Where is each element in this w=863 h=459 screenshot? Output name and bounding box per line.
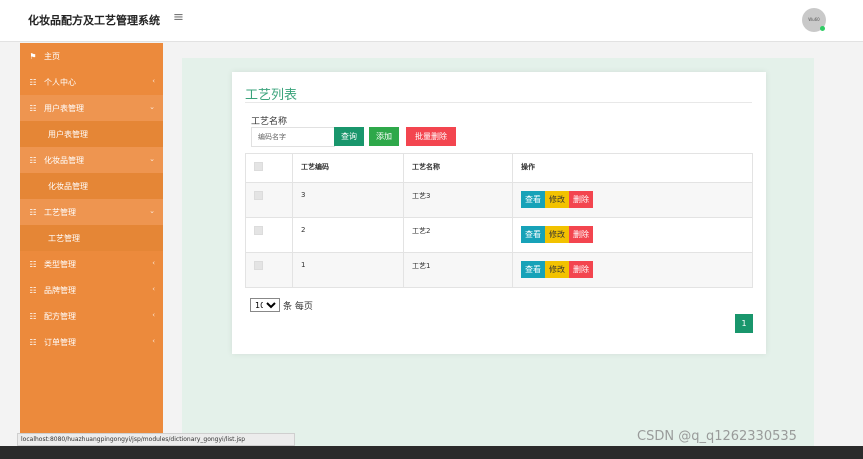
view-button[interactable]: 查看 bbox=[521, 261, 545, 278]
online-status-dot bbox=[820, 26, 825, 31]
chevron-down-icon: ⌄ bbox=[149, 207, 155, 215]
column-header-actions: 操作 bbox=[512, 153, 753, 183]
status-url: localhost:8080/huazhuangpingongyi/jsp/mo… bbox=[17, 433, 295, 446]
row-checkbox[interactable] bbox=[254, 226, 263, 235]
edit-button[interactable]: 修改 bbox=[545, 261, 569, 278]
cell-code: 3 bbox=[292, 182, 404, 218]
watermark: CSDN @q_q1262330535 bbox=[637, 429, 797, 444]
cell-actions: 查看 修改 删除 bbox=[512, 182, 753, 218]
sidebar-item-process[interactable]: ☷ 工艺管理 ⌄ bbox=[20, 199, 163, 225]
edit-button[interactable]: 修改 bbox=[545, 191, 569, 208]
chevron-right-icon: ‹ bbox=[152, 285, 155, 293]
column-header-code: 工艺编码 bbox=[292, 153, 404, 183]
sidebar-item-orders[interactable]: ☷ 订单管理 ‹ bbox=[20, 329, 163, 355]
sidebar-item-label: 用户表管理 bbox=[48, 129, 88, 139]
column-header-name: 工艺名称 bbox=[403, 153, 513, 183]
grid-icon: ☷ bbox=[29, 155, 37, 165]
grid-icon: ☷ bbox=[29, 285, 37, 295]
cell-name: 工艺2 bbox=[403, 217, 513, 253]
sidebar-item-label: 工艺管理 bbox=[48, 233, 80, 243]
view-button[interactable]: 查看 bbox=[521, 226, 545, 243]
cell-actions: 查看 修改 删除 bbox=[512, 217, 753, 253]
sidebar-item-label: 订单管理 bbox=[44, 337, 76, 347]
divider bbox=[245, 102, 752, 103]
process-table: 工艺编码 工艺名称 操作 3 工艺3 查看 修改 删除 2 工艺2 查看 修改 删除 bbox=[245, 153, 753, 288]
sidebar-subitem-process[interactable]: 工艺管理 bbox=[20, 225, 163, 251]
top-header: 化妆品配方及工艺管理系统 ≡ Wu60 bbox=[0, 0, 863, 42]
page-size-select[interactable]: 10 bbox=[250, 298, 280, 312]
sidebar-item-label: 个人中心 bbox=[44, 77, 76, 87]
sidebar-item-brands[interactable]: ☷ 品牌管理 ‹ bbox=[20, 277, 163, 303]
delete-button[interactable]: 删除 bbox=[569, 226, 593, 243]
sidebar-item-users[interactable]: ☷ 用户表管理 ⌄ bbox=[20, 95, 163, 121]
app-title: 化妆品配方及工艺管理系统 bbox=[28, 14, 160, 27]
grid-icon: ☷ bbox=[29, 337, 37, 347]
table-row: 2 工艺2 查看 修改 删除 bbox=[245, 217, 753, 253]
table-row: 1 工艺1 查看 修改 删除 bbox=[245, 252, 753, 288]
chevron-right-icon: ‹ bbox=[152, 311, 155, 319]
cell-code: 1 bbox=[292, 252, 404, 288]
sidebar-item-label: 用户表管理 bbox=[44, 103, 84, 113]
sidebar-item-cosmetics[interactable]: ☷ 化妆品管理 ⌄ bbox=[20, 147, 163, 173]
chevron-right-icon: ‹ bbox=[152, 259, 155, 267]
row-check-cell bbox=[245, 182, 293, 218]
table-row: 3 工艺3 查看 修改 删除 bbox=[245, 182, 753, 218]
select-all-cell bbox=[245, 153, 293, 183]
chevron-down-icon: ⌄ bbox=[149, 155, 155, 163]
grid-icon: ☷ bbox=[29, 103, 37, 113]
chevron-right-icon: ‹ bbox=[152, 337, 155, 345]
edit-button[interactable]: 修改 bbox=[545, 226, 569, 243]
row-checkbox[interactable] bbox=[254, 191, 263, 200]
sidebar-item-formulas[interactable]: ☷ 配方管理 ‹ bbox=[20, 303, 163, 329]
sidebar-item-label: 化妆品管理 bbox=[44, 155, 84, 165]
grid-icon: ☷ bbox=[29, 311, 37, 321]
grid-icon: ☷ bbox=[29, 259, 37, 269]
page-number-button[interactable]: 1 bbox=[735, 314, 753, 333]
sidebar-item-label: 类型管理 bbox=[44, 259, 76, 269]
cell-code: 2 bbox=[292, 217, 404, 253]
process-list-panel: 工艺列表 工艺名称 工艺编码 工艺名称 操作 3 工艺3 查看修改删除 bbox=[232, 72, 766, 354]
row-checkbox[interactable] bbox=[254, 261, 263, 270]
chevron-down-icon: ⌄ bbox=[149, 103, 155, 111]
sidebar-item-profile[interactable]: ☷ 个人中心 ‹ bbox=[20, 69, 163, 95]
row-check-cell bbox=[245, 252, 293, 288]
per-page-label: 条 每页 bbox=[283, 301, 313, 312]
view-button[interactable]: 查看 bbox=[521, 191, 545, 208]
batch-delete-button[interactable]: 批量删除 bbox=[406, 127, 456, 146]
taskbar bbox=[0, 446, 863, 459]
add-button[interactable]: 添加 bbox=[369, 127, 399, 146]
table-header-row: 工艺编码 工艺名称 操作 bbox=[245, 153, 753, 183]
sidebar: ⚑ 主页 ☷ 个人中心 ‹ ☷ 用户表管理 ⌄ 用户表管理 ☷ 化妆品管理 ⌄ … bbox=[20, 43, 163, 433]
flag-icon: ⚑ bbox=[29, 51, 37, 61]
delete-button[interactable]: 删除 bbox=[569, 191, 593, 208]
search-input[interactable] bbox=[251, 127, 335, 147]
sidebar-item-label: 主页 bbox=[44, 51, 60, 61]
sidebar-item-label: 品牌管理 bbox=[44, 285, 76, 295]
page-size-control: 10 条 每页 bbox=[250, 298, 313, 312]
grid-icon: ☷ bbox=[29, 77, 37, 87]
grid-icon: ☷ bbox=[29, 207, 37, 217]
filter-label: 工艺名称 bbox=[251, 117, 288, 127]
sidebar-item-label: 工艺管理 bbox=[44, 207, 76, 217]
sidebar-item-label: 配方管理 bbox=[44, 311, 76, 321]
sidebar-item-home[interactable]: ⚑ 主页 bbox=[20, 43, 163, 69]
sidebar-item-label: 化妆品管理 bbox=[48, 181, 88, 191]
chevron-right-icon: ‹ bbox=[152, 77, 155, 85]
sidebar-item-types[interactable]: ☷ 类型管理 ‹ bbox=[20, 251, 163, 277]
cell-name: 工艺3 bbox=[403, 182, 513, 218]
page-title: 工艺列表 bbox=[245, 88, 298, 103]
menu-toggle-icon[interactable]: ≡ bbox=[173, 11, 185, 24]
query-button[interactable]: 查询 bbox=[334, 127, 364, 146]
cell-actions: 查看 修改 删除 bbox=[512, 252, 753, 288]
cell-name: 工艺1 bbox=[403, 252, 513, 288]
sidebar-subitem-cosmetics[interactable]: 化妆品管理 bbox=[20, 173, 163, 199]
select-all-checkbox[interactable] bbox=[254, 162, 263, 171]
row-check-cell bbox=[245, 217, 293, 253]
sidebar-subitem-users[interactable]: 用户表管理 bbox=[20, 121, 163, 147]
delete-button[interactable]: 删除 bbox=[569, 261, 593, 278]
